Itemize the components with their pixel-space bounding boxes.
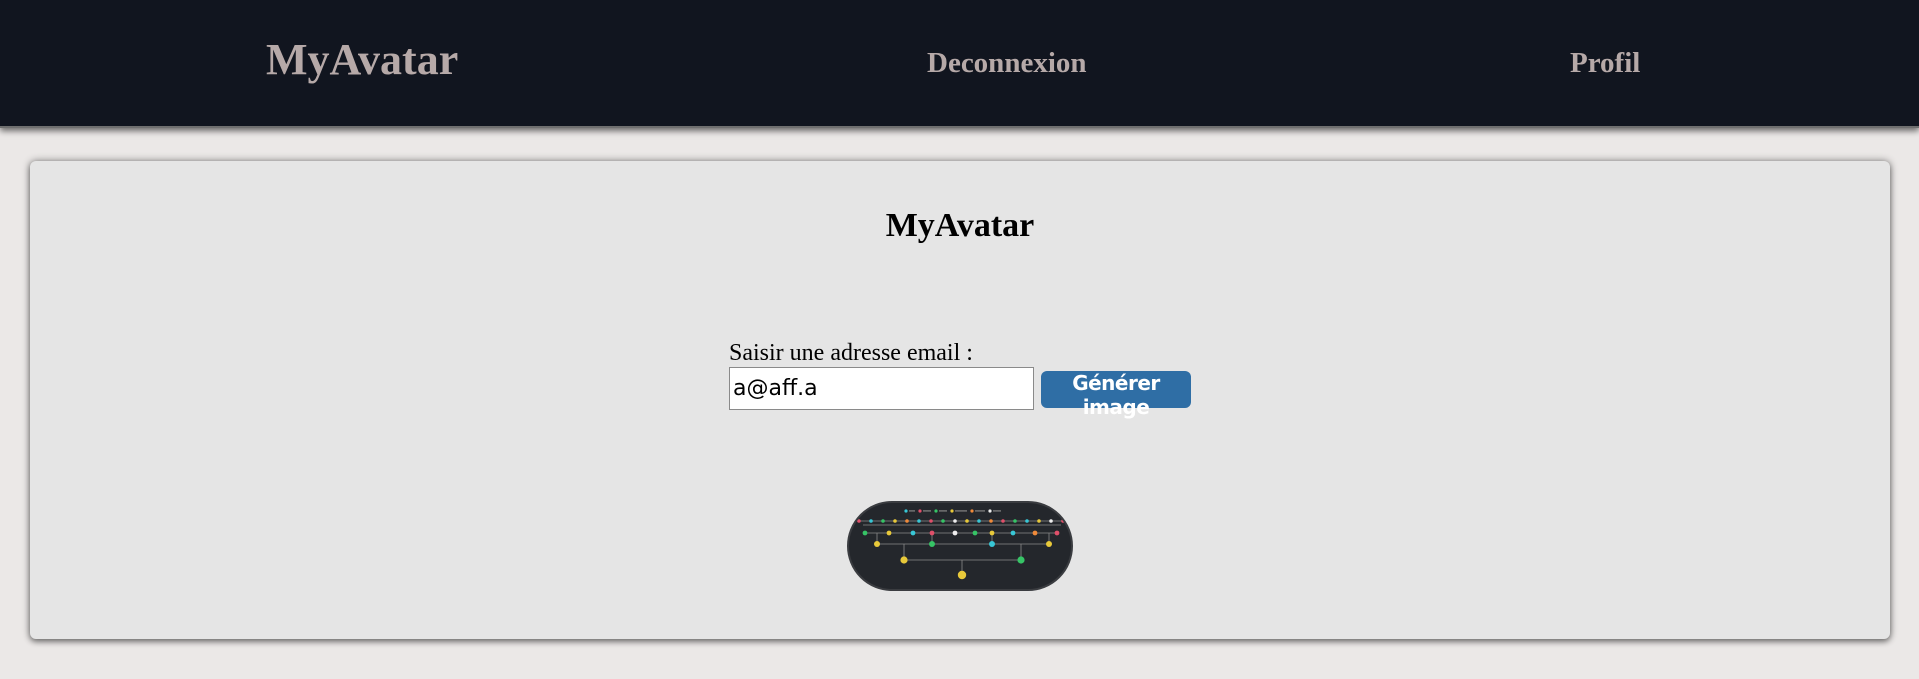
avatar-legend-dots	[904, 509, 1001, 513]
brand-link[interactable]: MyAvatar	[266, 38, 458, 82]
avatar-graphic	[857, 509, 1067, 580]
main-card: MyAvatar Saisir une adresse email : Géné…	[30, 161, 1890, 639]
page-title: MyAvatar	[885, 207, 1035, 244]
generate-image-button[interactable]: Générer image	[1041, 371, 1191, 419]
profile-link[interactable]: Profil	[1570, 49, 1640, 78]
avatar-tree-lines	[857, 520, 1067, 575]
email-label: Saisir une adresse email :	[729, 340, 973, 366]
top-navbar: MyAvatar Deconnexion Profil	[0, 0, 1919, 128]
email-input[interactable]	[729, 367, 1034, 410]
logout-link[interactable]: Deconnexion	[927, 49, 1087, 78]
generated-avatar-image	[847, 501, 1073, 591]
